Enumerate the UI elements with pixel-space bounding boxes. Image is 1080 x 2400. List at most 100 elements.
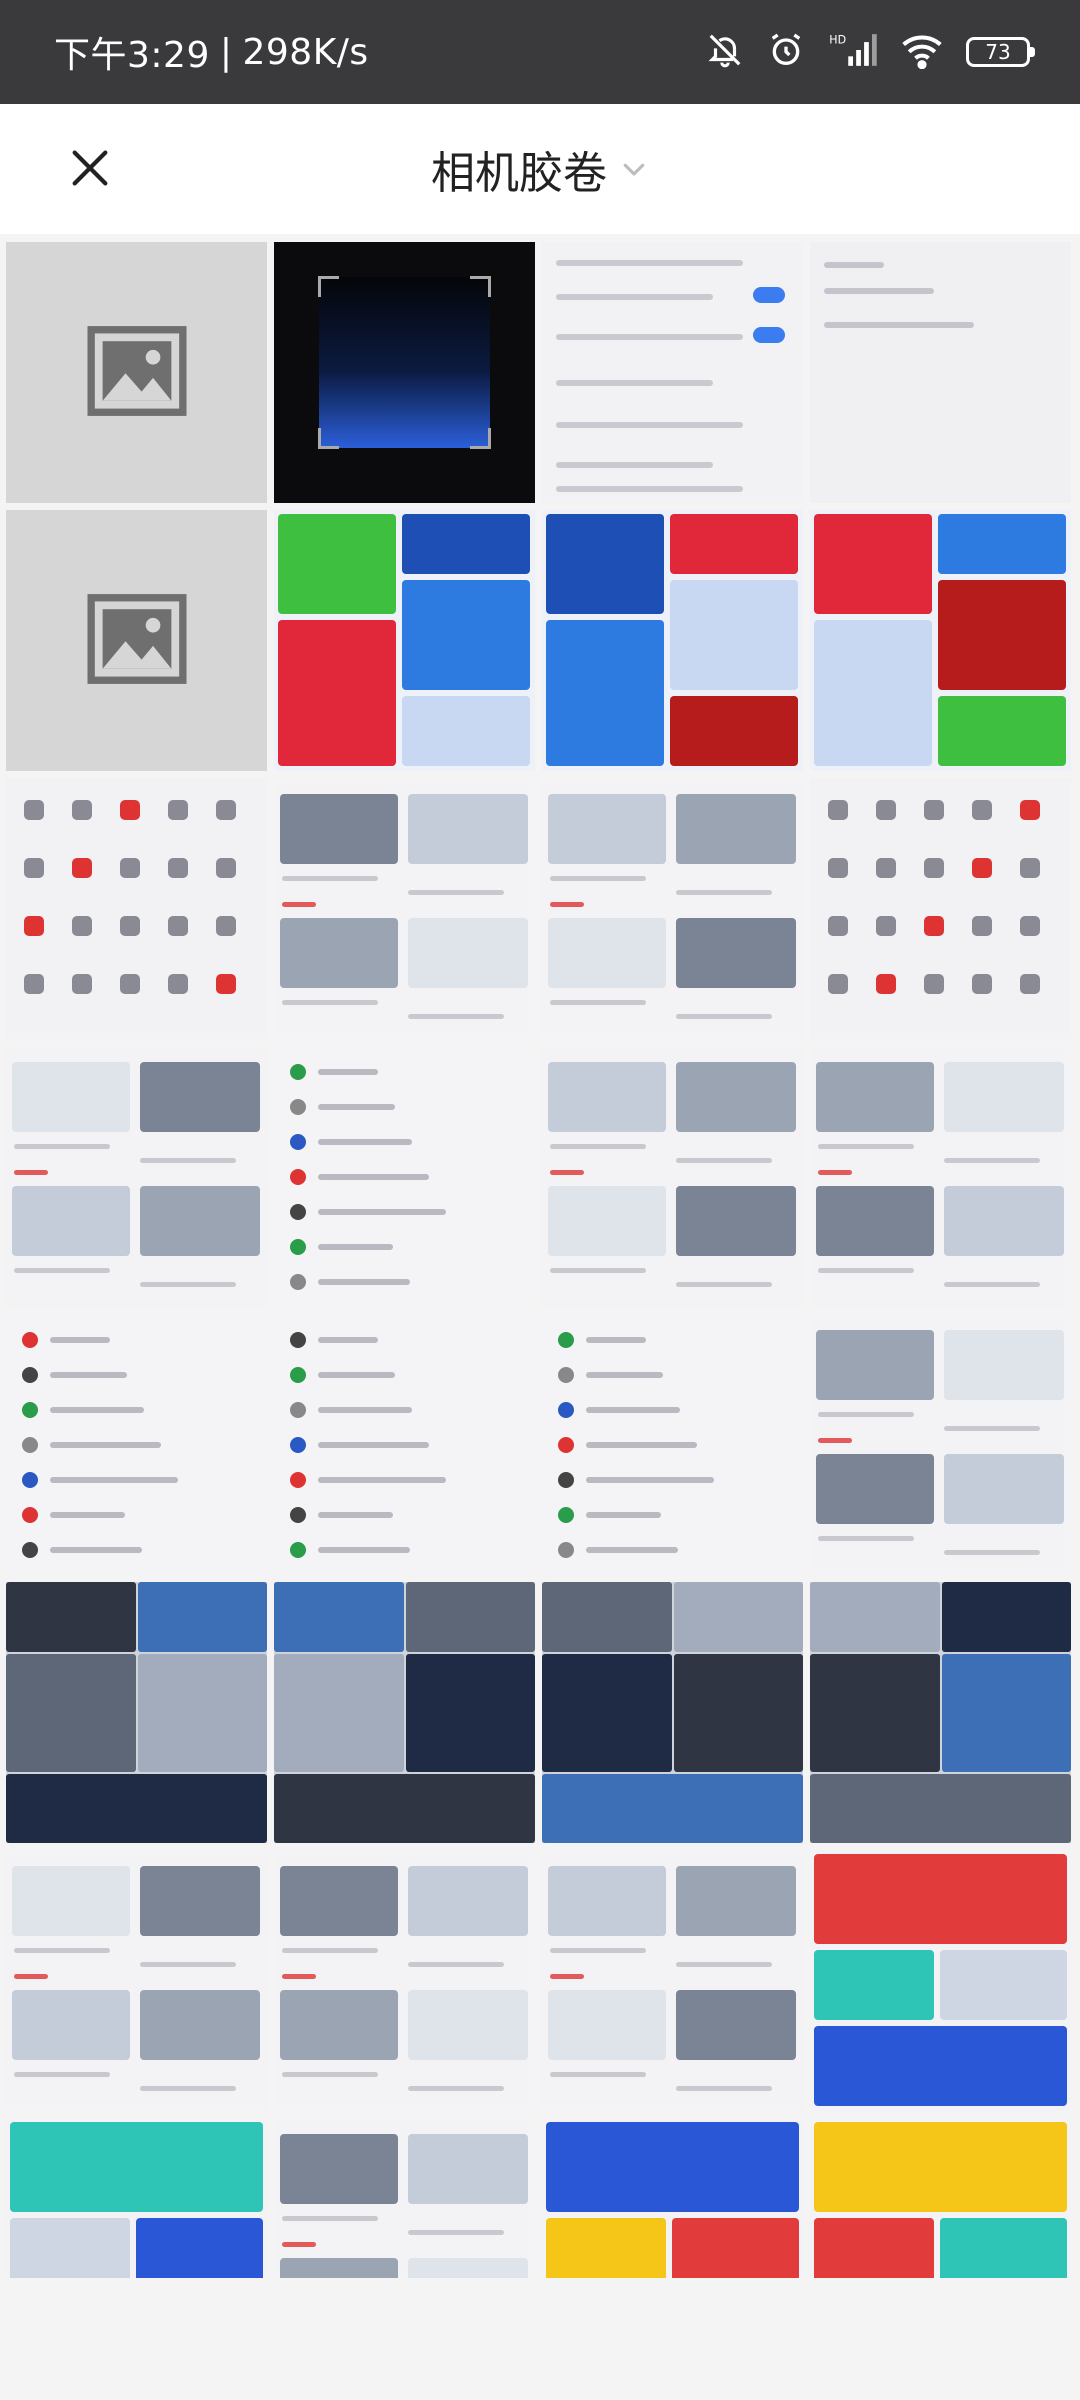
thumb-app-icon [72,916,92,936]
photo-thumbnail[interactable] [810,1046,1071,1307]
photo-thumbnail[interactable] [6,510,267,771]
photo-thumbnail[interactable] [542,778,803,1039]
photo-thumbnail[interactable] [274,1314,535,1575]
thumb-line [818,1268,914,1273]
photo-thumbnail[interactable] [274,1582,535,1843]
photo-thumbnail[interactable] [6,1046,267,1307]
thumb-line [318,1477,446,1483]
thumb-block [546,620,664,766]
alarm-icon [766,30,806,74]
thumb-list-icon [558,1367,574,1383]
thumb-line [318,1174,429,1180]
album-selector[interactable]: 相机胶卷 [0,104,1080,234]
thumb-app-icon [120,916,140,936]
photo-thumbnail[interactable] [810,510,1071,771]
photo-thumbnail[interactable] [542,1582,803,1843]
thumb-line [282,876,378,881]
thumb-line [318,1442,429,1448]
thumb-line [586,1547,678,1553]
photo-thumbnail[interactable] [274,778,535,1039]
photo-thumbnail[interactable] [274,242,535,503]
thumb-app-icon [120,858,140,878]
thumb-line [676,1962,772,1967]
thumb-block [542,1654,672,1772]
chevron-down-icon [623,163,645,176]
thumb-app-icon [876,858,896,878]
photo-thumbnail[interactable] [542,1046,803,1307]
photo-thumbnail[interactable] [274,510,535,771]
thumb-line [140,2086,236,2091]
thumb-list-icon [22,1332,38,1348]
thumb-block [280,2134,398,2204]
photo-thumbnail[interactable] [542,510,803,771]
thumb-list-icon [290,1367,306,1383]
thumb-block [816,1454,934,1524]
thumb-line [282,2216,378,2221]
thumb-line [318,1279,410,1285]
thumb-list-icon [558,1437,574,1453]
thumb-line [676,1158,772,1163]
thumb-block [406,1582,535,1652]
thumb-list-icon [22,1367,38,1383]
thumb-line [50,1547,142,1553]
thumb-block [12,1186,130,1256]
thumb-list-icon [290,1204,306,1220]
thumb-line [676,890,772,895]
thumb-line [140,1282,236,1287]
photo-thumbnail[interactable] [542,1850,803,2111]
thumb-tag [14,1170,48,1175]
thumb-tag [550,1170,584,1175]
photo-thumbnail[interactable] [6,1314,267,1575]
photo-thumbnail[interactable] [274,1046,535,1307]
thumb-block [548,1186,666,1256]
thumb-block [6,1654,136,1772]
photo-thumbnail[interactable] [810,242,1071,503]
photo-thumbnail[interactable] [6,778,267,1039]
thumb-block [280,1990,398,2060]
photo-thumbnail[interactable] [810,1582,1071,1843]
photo-thumbnail[interactable] [542,1314,803,1575]
thumb-app-icon [24,974,44,994]
thumb-app-icon [1020,916,1040,936]
thumb-corner [318,428,339,449]
thumb-line [944,1282,1040,1287]
thumb-line [550,1948,646,1953]
photo-thumbnail[interactable] [274,1850,535,2111]
thumb-block [542,1774,803,1843]
image-placeholder-icon [82,316,192,430]
thumb-block [670,580,798,690]
thumb-block [676,1186,796,1256]
thumb-block [810,1774,1071,1843]
thumb-block [140,1990,260,2060]
thumb-tag [818,1170,852,1175]
photo-grid [6,242,1074,2379]
photo-thumbnail[interactable] [542,242,803,503]
thumb-line [556,486,743,492]
thumb-list-icon [290,1542,306,1558]
photo-thumbnail[interactable] [810,778,1071,1039]
thumb-block [548,794,666,864]
thumb-block [408,794,528,864]
thumb-list-icon [290,1402,306,1418]
thumb-line [318,1104,395,1110]
photo-thumbnail[interactable] [6,1850,267,2111]
thumb-block [674,1582,803,1652]
thumb-line [676,1014,772,1019]
photo-thumbnail[interactable] [6,1582,267,1843]
thumb-line [676,1282,772,1287]
thumb-line [586,1512,661,1518]
thumb-line [408,2230,504,2235]
photo-thumbnail[interactable] [810,1850,1071,2111]
photo-thumbnail[interactable] [6,242,267,503]
thumb-block [674,1654,803,1772]
photo-thumbnail[interactable] [810,1314,1071,1575]
thumb-line [556,380,713,386]
thumb-app-icon [828,800,848,820]
thumb-app-icon [120,974,140,994]
thumb-list-icon [290,1099,306,1115]
thumb-line [140,1158,236,1163]
thumb-app-icon [828,858,848,878]
thumb-app-icon [24,916,44,936]
thumb-block [938,580,1066,690]
thumb-block [6,1582,136,1652]
